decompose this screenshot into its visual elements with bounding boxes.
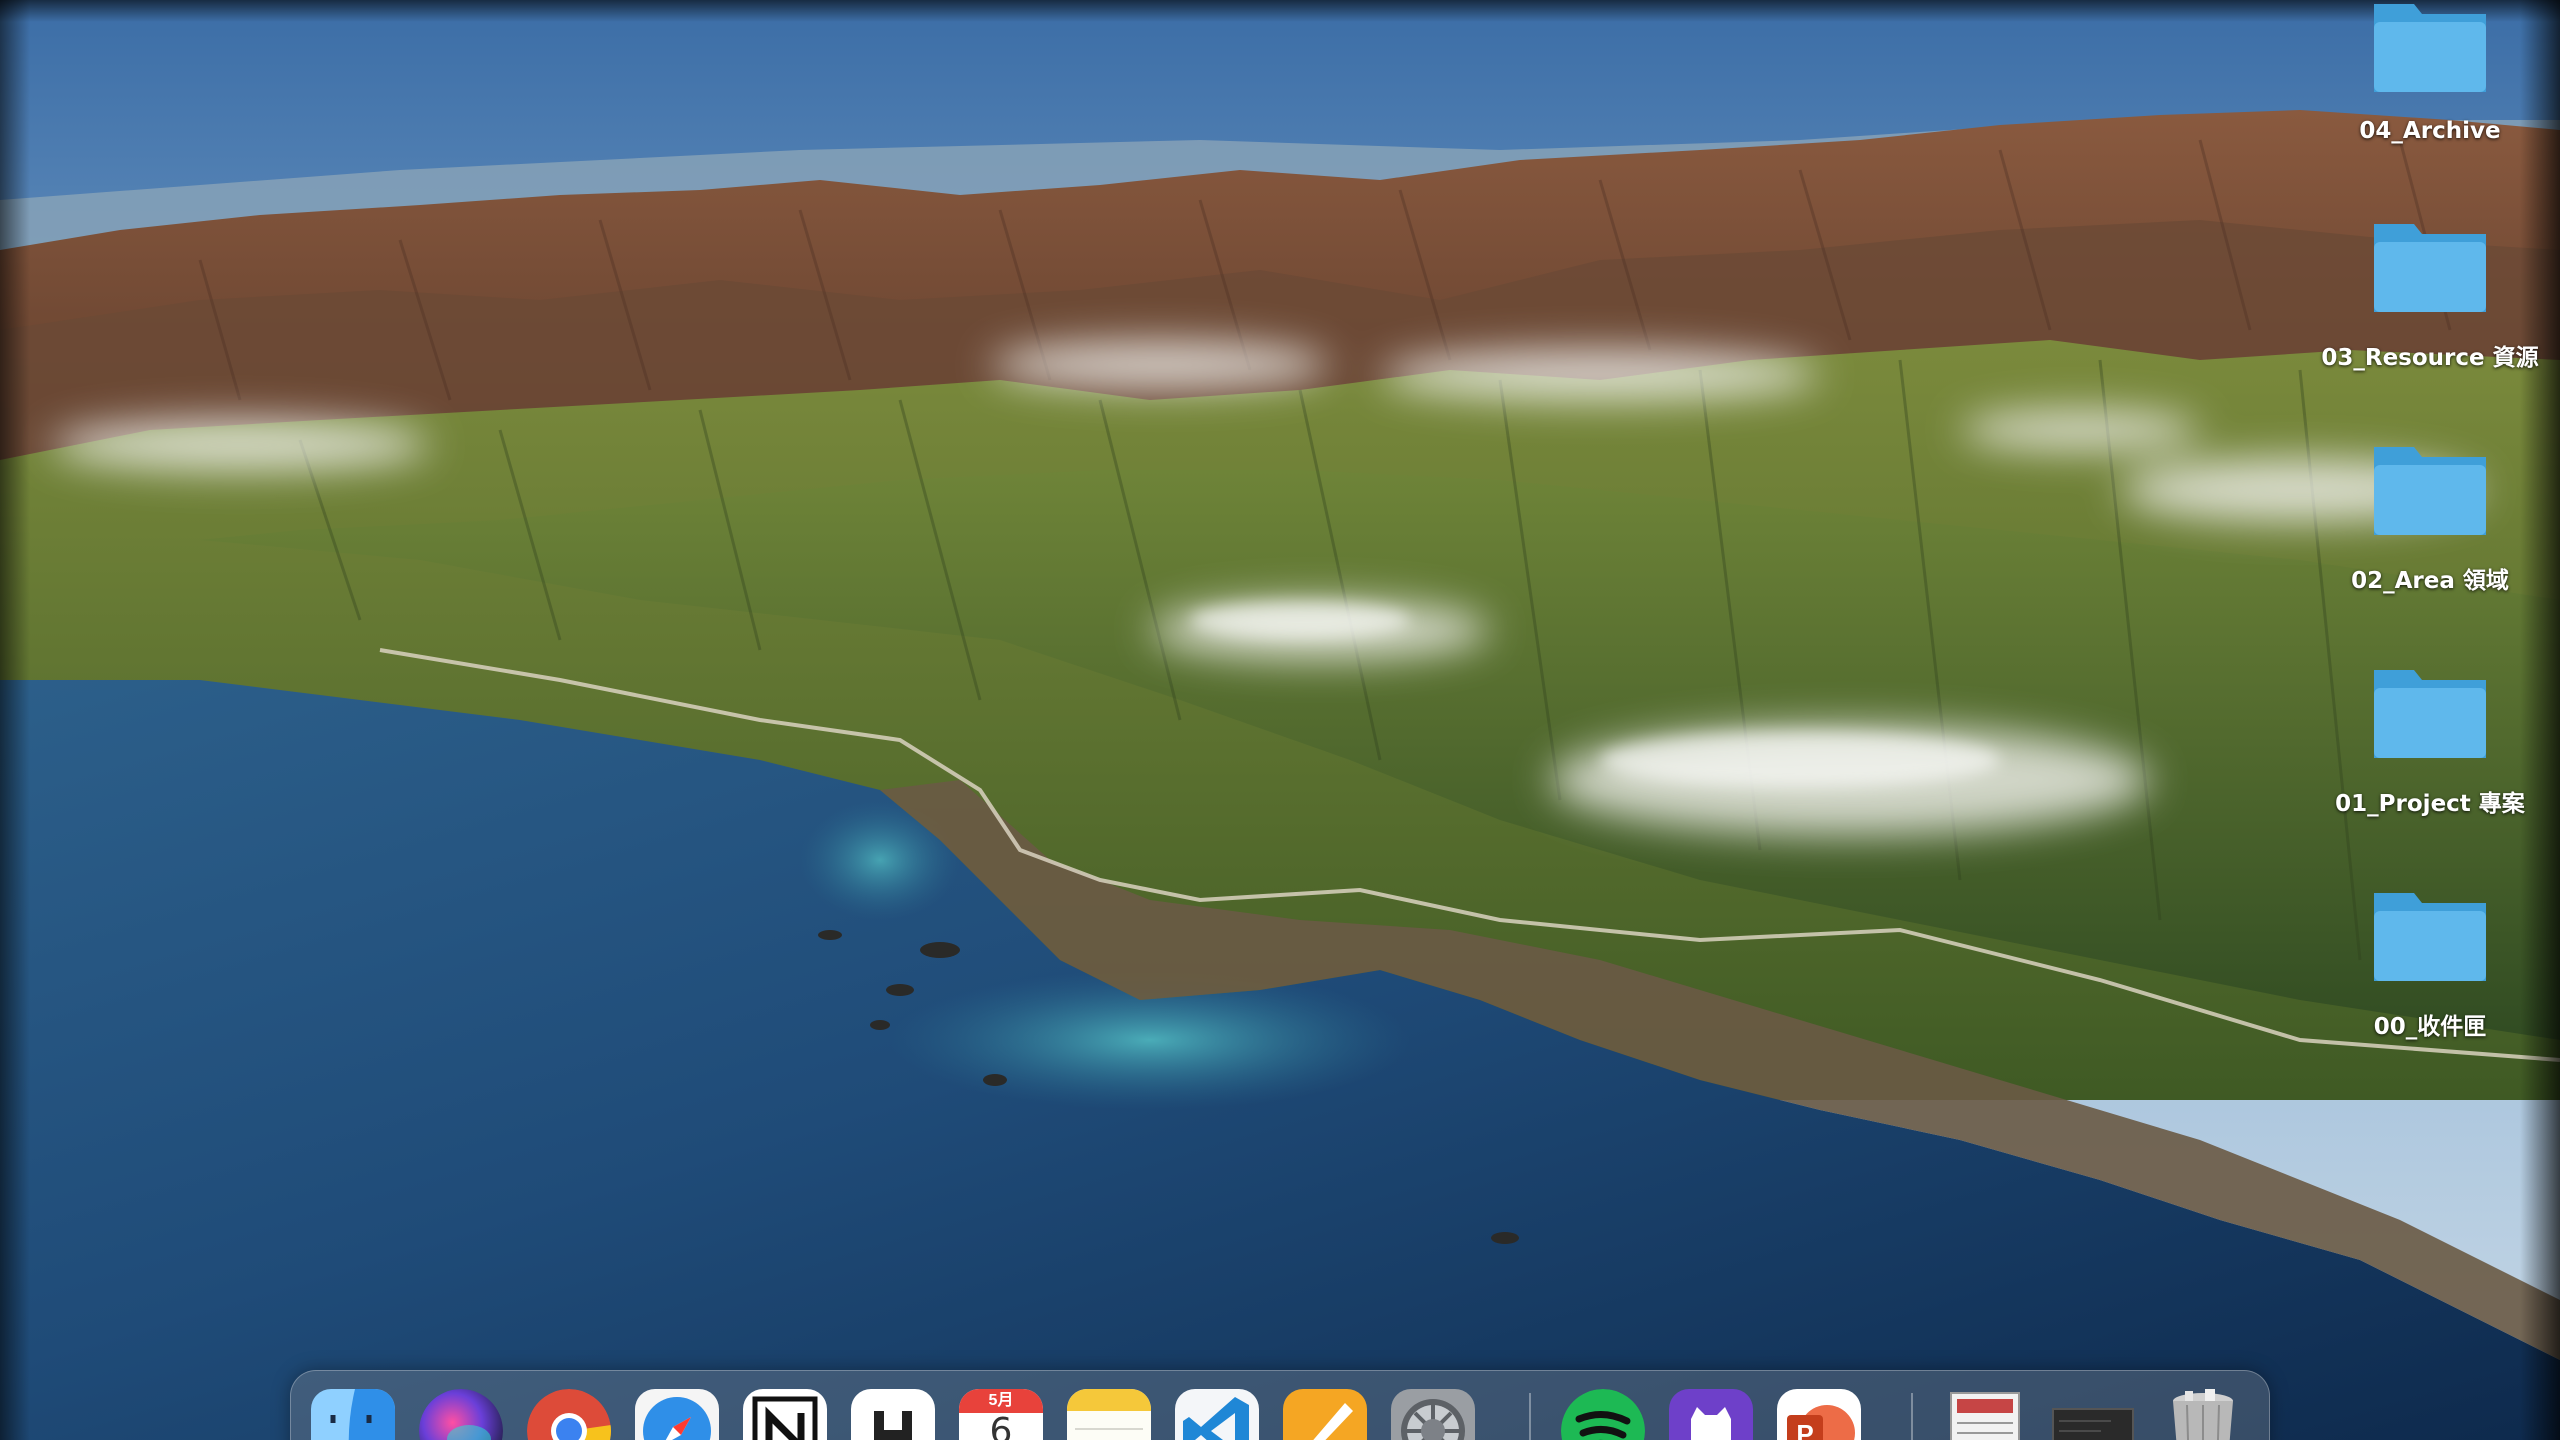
folder-03-resource[interactable]: 03_Resource 資源 <box>2310 220 2550 400</box>
dock: 5月 6 P <box>290 1370 2270 1440</box>
folder-icon <box>2374 447 2486 535</box>
svg-text:P: P <box>1796 1419 1813 1440</box>
system-preferences-icon[interactable] <box>1391 1389 1475 1440</box>
folder-icon <box>2374 893 2486 981</box>
folder-label: 04_Archive <box>2359 118 2501 144</box>
folder-icon <box>2374 670 2486 758</box>
calendar-icon[interactable]: 5月 6 <box>959 1389 1043 1440</box>
screen-edge-shadow-left <box>0 0 30 1440</box>
github-desktop-icon[interactable] <box>1669 1389 1753 1440</box>
screen-edge-shadow-top <box>0 0 2560 22</box>
window-thumbnail-icon[interactable] <box>2051 1389 2135 1440</box>
dock-separator <box>1911 1393 1913 1440</box>
hackmd-icon[interactable] <box>851 1389 935 1440</box>
notion-icon[interactable] <box>743 1389 827 1440</box>
vscode-icon[interactable] <box>1175 1389 1259 1440</box>
folder-icon <box>2374 224 2486 312</box>
folder-label: 02_Area 領域 <box>2351 568 2509 594</box>
folder-00-inbox[interactable]: 00_收件匣 <box>2310 889 2550 1069</box>
folder-02-area[interactable]: 02_Area 領域 <box>2310 443 2550 623</box>
calendar-month: 5月 <box>959 1389 1043 1413</box>
folder-01-project[interactable]: 01_Project 專案 <box>2310 666 2550 846</box>
pages-icon[interactable] <box>1283 1389 1367 1440</box>
notes-icon[interactable] <box>1067 1389 1151 1440</box>
chrome-icon[interactable] <box>527 1389 611 1440</box>
powerpoint-icon[interactable]: P <box>1777 1389 1861 1440</box>
folder-label: 01_Project 專案 <box>2335 791 2525 817</box>
dock-separator <box>1529 1393 1531 1440</box>
finder-icon[interactable] <box>311 1389 395 1440</box>
calendar-day: 6 <box>989 1411 1013 1440</box>
trash-icon[interactable] <box>2161 1389 2245 1440</box>
safari-icon[interactable] <box>635 1389 719 1440</box>
document-icon[interactable] <box>1943 1389 2027 1440</box>
folder-04-archive[interactable]: 04_Archive <box>2310 0 2550 180</box>
wallpaper-image <box>0 0 2560 1440</box>
folder-label: 03_Resource 資源 <box>2321 345 2539 371</box>
desktop: 04_Archive 03_Resource 資源 02_Area 領域 01_… <box>0 0 2560 1440</box>
siri-icon[interactable] <box>419 1389 503 1440</box>
folder-icon <box>2374 4 2486 92</box>
folder-label: 00_收件匣 <box>2373 1014 2487 1040</box>
spotify-icon[interactable] <box>1561 1389 1645 1440</box>
